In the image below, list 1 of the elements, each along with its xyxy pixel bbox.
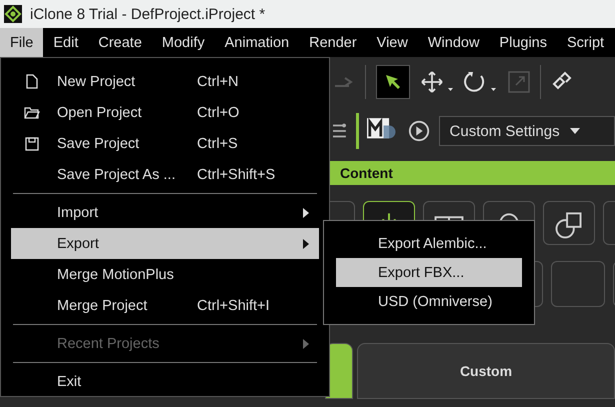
window-title: iClone 8 Trial - DefProject.iProject *	[30, 6, 266, 22]
